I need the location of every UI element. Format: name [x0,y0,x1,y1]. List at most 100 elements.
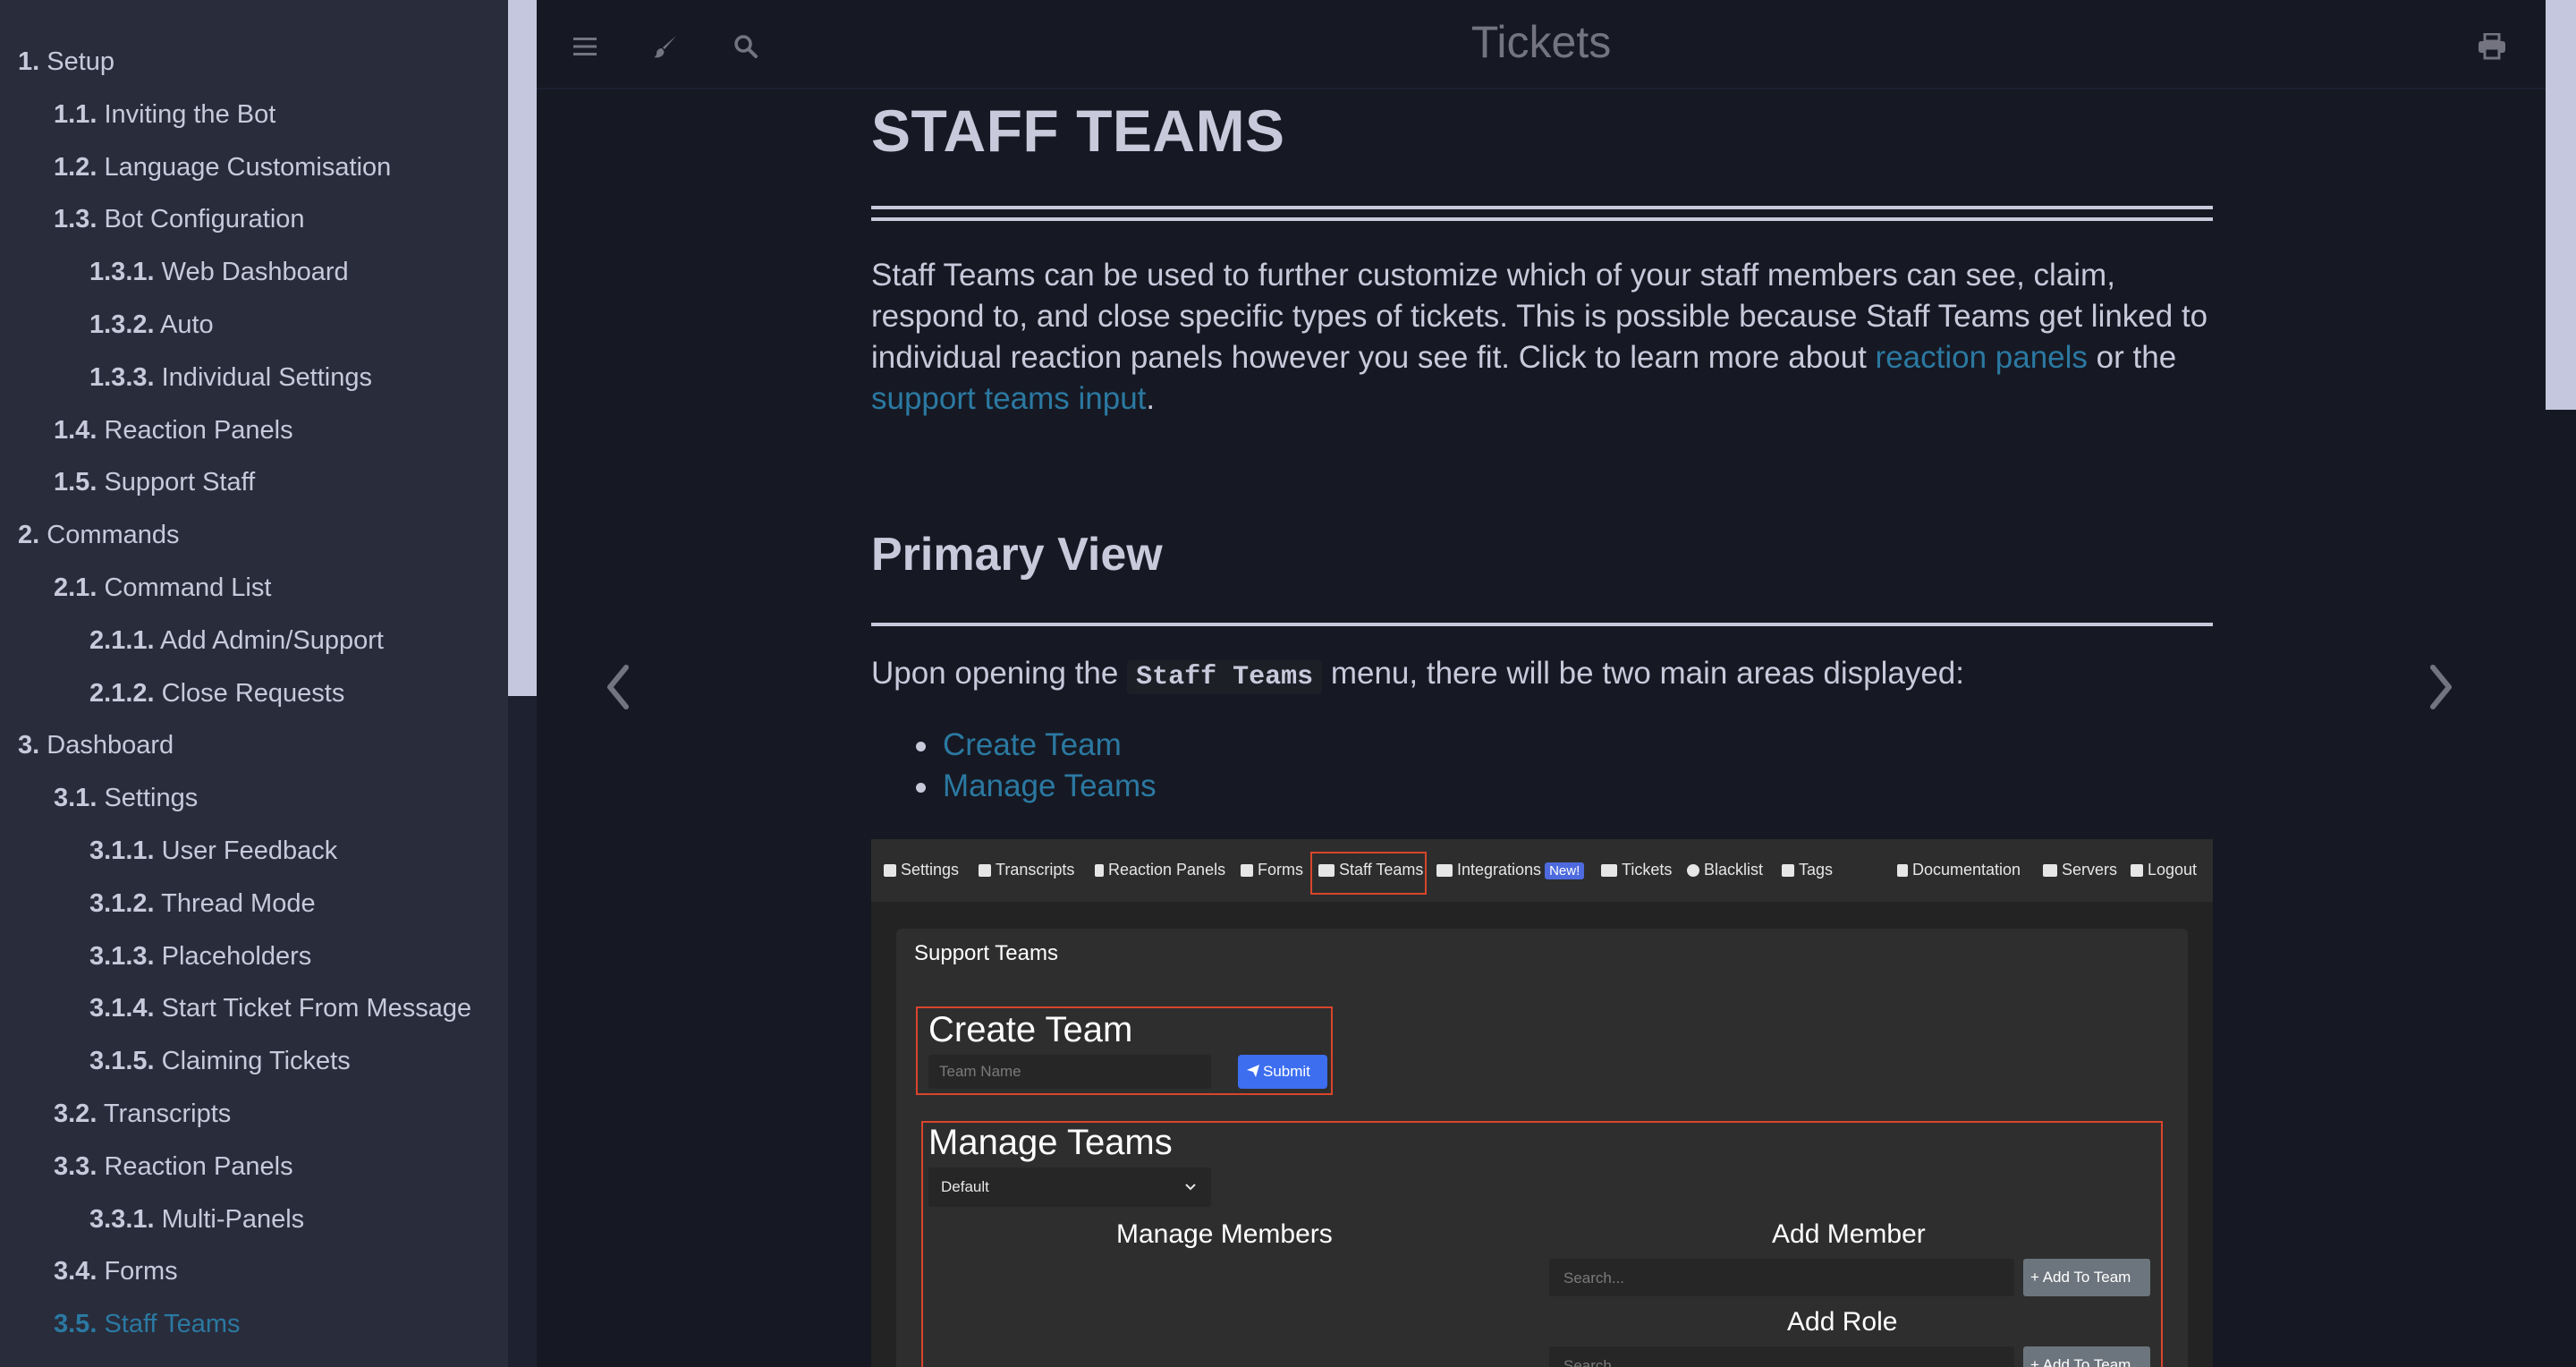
section-divider [871,623,2213,626]
sidebar-item-number: 2.1.2. [89,678,155,708]
areas-list: Create Team Manage Teams [916,725,1157,807]
nav-integrations: Integrations New! [1436,861,1585,879]
nav-tags: Tags [1782,861,1833,879]
robot-icon [1436,864,1453,877]
ban-icon [1687,864,1699,877]
sidebar-item-number: 1.4. [54,415,97,445]
sidebar-item-label: Command List [104,573,272,602]
chevron-down-icon [1184,1178,1197,1196]
sidebar-item-label: Claiming Tickets [161,1047,351,1076]
sidebar-item-settings[interactable]: 3.1. Settings [54,780,198,816]
sidebar-item-support-staff[interactable]: 1.5. Support Staff [54,464,255,500]
sidebar-item-user-feedback[interactable]: 3.1.1. User Feedback [89,833,337,869]
sidebar-item-number: 3.3.1. [89,1204,155,1234]
list-item: Manage Teams [916,766,1157,807]
sidebar-item-label: Multi-Panels [161,1204,305,1234]
new-badge: New! [1545,862,1585,879]
title-divider-top [871,206,2213,209]
sidebar-item-claiming-tickets[interactable]: 3.1.5. Claiming Tickets [89,1043,351,1079]
copy-icon [979,864,991,877]
sidebar-item-multi-panels[interactable]: 3.3.1. Multi-Panels [89,1201,304,1237]
sidebar-item-label: Settings [104,784,199,813]
sidebar-item-label: Reaction Panels [104,415,293,445]
add-role-to-team-button: + Add To Team [2023,1346,2150,1367]
nav-servers-label: Servers [2062,861,2118,879]
sidebar-item-individual-settings[interactable]: 1.3.3. Individual Settings [89,360,372,395]
sidebar-item-command-list[interactable]: 2.1. Command List [54,570,271,606]
sidebar-item-transcripts[interactable]: 3.2. Transcripts [54,1096,231,1132]
sidebar-scrollbar-thumb[interactable] [508,0,537,696]
main-scrollbar-thumb[interactable] [2546,0,2576,410]
p2-text-after: menu, there will be two main areas displ… [1322,656,1964,691]
sidebar-item-reaction-panels[interactable]: 1.4. Reaction Panels [54,412,293,448]
nav-reaction-panels: Reaction Panels [1095,861,1225,879]
create-team-section: Create Team Team Name Submit [916,1006,1333,1095]
section-heading-primary-view: Primary View [871,529,1163,581]
sidebar-item-web-dashboard[interactable]: 1.3.1. Web Dashboard [89,254,349,290]
sidebar-item-setup[interactable]: 1. Setup [18,44,114,80]
nav-blacklist: Blacklist [1687,861,1763,879]
create-team-link[interactable]: Create Team [943,727,1122,762]
sidebar-item-label: Start Ticket From Message [161,994,472,1023]
nav-settings-label: Settings [901,861,960,879]
reaction-panels-link[interactable]: reaction panels [1876,340,2088,375]
nav-tickets-label: Tickets [1622,861,1673,879]
intro-text-or: or the [2087,340,2177,375]
sidebar-item-forms[interactable]: 3.4. Forms [54,1253,178,1289]
sidebar-item-staff-teams[interactable]: 3.5. Staff Teams [54,1306,241,1342]
manage-teams-link[interactable]: Manage Teams [943,768,1157,803]
sidebar-item-label: Close Requests [161,678,345,708]
nav-logout: Logout [2131,861,2197,879]
sidebar-item-inviting-the-bot[interactable]: 1.1. Inviting the Bot [54,97,275,132]
sidebar-item-auto[interactable]: 1.3.2. Auto [89,307,214,343]
sidebar-item-placeholders[interactable]: 3.1.3. Placeholders [89,938,311,974]
sidebar-item-close-requests[interactable]: 2.1.2. Close Requests [89,675,344,711]
sidebar-item-number: 1.3. [54,205,97,234]
sidebar-item-commands[interactable]: 2. Commands [18,517,180,553]
manage-teams-section: Manage Teams Default Manage Members Add … [921,1121,2163,1367]
form-icon [1241,864,1253,877]
create-team-title: Create Team [928,1010,1133,1049]
nav-integrations-label: Integrations [1457,861,1542,879]
sidebar-item-start-ticket-from-message[interactable]: 3.1.4. Start Ticket From Message [89,990,471,1026]
book-icon [1897,864,1908,877]
sidebar-item-number: 3.1.3. [89,941,155,971]
nav-forms-label: Forms [1258,861,1303,879]
add-role-heading: Add Role [1787,1307,1898,1337]
submit-button: Submit [1238,1055,1327,1089]
nav-logout-label: Logout [2148,861,2198,879]
sidebar-item-label: Thread Mode [161,888,316,918]
sidebar-item-number: 1.1. [54,99,97,129]
sidebar-item-label: Auto [160,310,214,339]
sidebar-item-add-admin-support[interactable]: 2.1.1. Add Admin/Support [89,623,384,658]
menu-bar: Tickets [537,0,2546,89]
sidebar-item-thread-mode[interactable]: 3.1.2. Thread Mode [89,886,316,921]
sidebar-item-reaction-panels[interactable]: 3.3. Reaction Panels [54,1149,293,1184]
role-search-input: Search... [1549,1346,2014,1367]
team-select-value: Default [941,1178,989,1195]
sidebar-item-label: Add Admin/Support [160,625,384,655]
sidebar-item-number: 3.1.4. [89,994,155,1023]
sidebar-item-bot-configuration[interactable]: 1.3. Bot Configuration [54,201,305,237]
app-root: 1. Setup 1.1. Inviting the Bot 1.2. Langua… [0,0,2576,1367]
sidebar-item-number: 3.3. [54,1151,97,1181]
previous-chapter-icon[interactable] [601,662,637,712]
sidebar-item-label: Individual Settings [161,362,372,392]
cogs-icon [884,864,896,877]
print-icon[interactable] [2472,27,2512,66]
sidebar-item-label: User Feedback [161,836,338,865]
nav-settings: Settings [884,861,959,879]
sidebar-item-language-customisation[interactable]: 1.2. Language Customisation [54,149,391,185]
support-teams-input-link[interactable]: support teams input [871,381,1146,416]
staff-teams-code: Staff Teams [1127,660,1323,694]
sidebar-toc: 1. Setup 1.1. Inviting the Bot 1.2. Langua… [0,0,508,1367]
add-member-heading: Add Member [1772,1219,1926,1249]
sidebar-item-label: Dashboard [47,731,174,760]
next-chapter-icon[interactable] [2422,662,2458,712]
sidebar-item-dashboard[interactable]: 3. Dashboard [18,727,174,763]
sidebar-item-number: 1.5. [54,468,97,497]
sidebar-item-number: 3.2. [54,1100,97,1128]
sidebar-item-label: Commands [47,521,180,550]
staff-teams-screenshot-image: Settings Transcripts Reaction Panels For… [871,839,2213,1367]
nav-documentation-label: Documentation [1912,861,2021,879]
